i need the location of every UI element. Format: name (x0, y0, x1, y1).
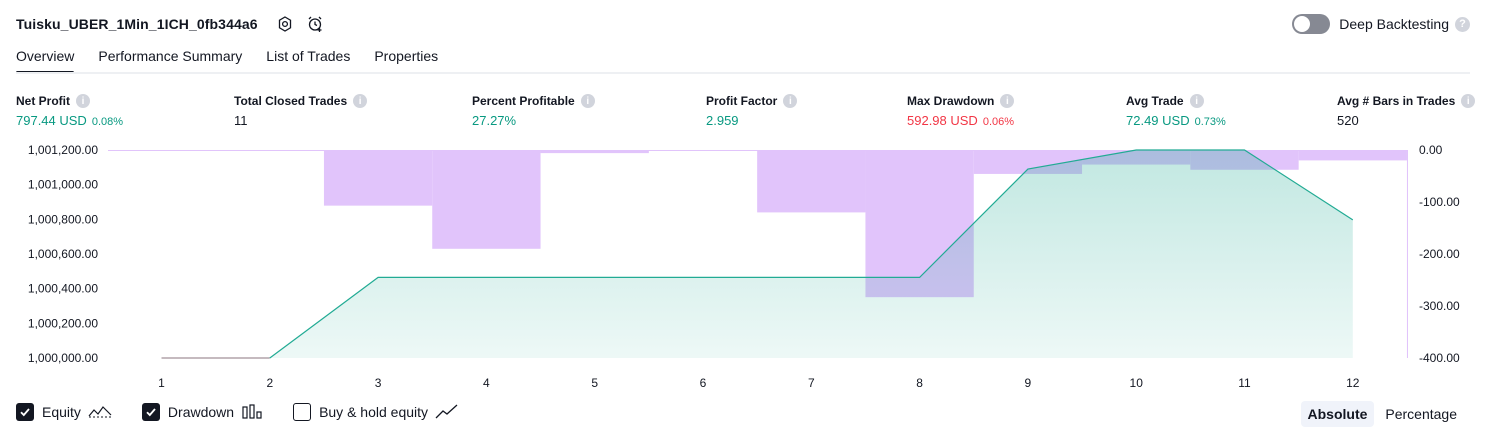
drawdown-bar (323, 150, 433, 206)
deep-backtesting-control: Deep Backtesting ? (1292, 12, 1470, 36)
tab-performance-summary[interactable]: Performance Summary (98, 46, 242, 74)
metric-value: 592.98 USD (907, 113, 978, 128)
metric-value: 72.49 USD (1126, 113, 1190, 128)
help-icon[interactable]: i (1189, 94, 1204, 108)
right-axis-tick-label: 0.00 (1419, 143, 1443, 157)
metric-label: Max Drawdown (907, 94, 995, 108)
metric-avg-bars-in-trades: Avg # Bars in Trades i 520 (1337, 94, 1476, 128)
x-axis-tick-label: 1 (158, 376, 165, 390)
x-axis-tick-label: 2 (266, 376, 273, 390)
tab-overview[interactable]: Overview (16, 46, 75, 74)
help-icon[interactable]: i (580, 94, 595, 108)
right-axis-tick-label: -300.00 (1419, 299, 1460, 313)
right-axis-tick-label: -100.00 (1419, 195, 1460, 209)
legend-equity[interactable]: Equity (16, 403, 112, 421)
left-axis-tick-label: 1,001,000.00 (28, 178, 98, 192)
left-axis-tick-label: 1,000,600.00 (28, 247, 98, 261)
strategy-title: Tuisku_UBER_1Min_1ICH_0fb344a6 (16, 16, 258, 32)
metric-value: 797.44 USD (16, 113, 87, 128)
absolute-button[interactable]: Absolute (1300, 401, 1375, 427)
x-axis: 1 2 3 4 5 6 7 8 9 10 11 12 (158, 376, 1360, 390)
drawdown-bar (757, 150, 866, 213)
legend-label: Equity (42, 404, 81, 420)
left-axis: 1,000,000.00 1,000,200.00 1,000,400.00 1,00… (28, 143, 98, 365)
chart-legend: Equity Drawdown Buy & hold equity (16, 403, 489, 421)
drawdown-bar (1406, 150, 1408, 358)
x-axis-tick-label: 8 (916, 376, 923, 390)
metric-label: Total Closed Trades (234, 94, 348, 108)
metric-value: 11 (234, 113, 248, 128)
drawdown-bar (540, 150, 649, 154)
checkbox-checked-icon[interactable] (16, 403, 34, 421)
x-axis-tick-label: 4 (483, 376, 490, 390)
settings-icon[interactable] (274, 13, 296, 35)
metric-label: Avg # Bars in Trades (1337, 94, 1456, 108)
help-icon[interactable]: i (353, 94, 368, 108)
metric-value: 27.27% (472, 113, 517, 128)
header: Tuisku_UBER_1Min_1ICH_0fb344a6 (16, 12, 326, 36)
metric-avg-trade: Avg Trade i 72.49 USD 0.73% (1126, 94, 1226, 128)
left-axis-tick-label: 1,000,400.00 (28, 282, 98, 296)
metric-percent-profitable: Percent Profitable i 27.27% (472, 94, 595, 128)
tab-properties[interactable]: Properties (374, 46, 438, 74)
metric-percent: 0.06% (982, 116, 1015, 128)
percentage-button[interactable]: Percentage (1378, 401, 1464, 427)
left-axis-tick-label: 1,000,800.00 (28, 212, 98, 226)
tab-divider (16, 72, 1470, 74)
x-axis-tick-label: 6 (700, 376, 707, 390)
metric-profit-factor: Profit Factor i 2.959 (706, 94, 798, 128)
equity-line-icon (88, 403, 112, 421)
checkbox-checked-icon[interactable] (141, 403, 160, 421)
tab-bar: Overview Performance Summary List of Tra… (16, 46, 462, 74)
add-alert-icon[interactable] (304, 13, 326, 35)
help-icon[interactable]: i (1000, 94, 1015, 108)
legend-label: Drawdown (167, 404, 235, 420)
tab-list-of-trades[interactable]: List of Trades (266, 46, 350, 74)
metric-value: 520 (1337, 113, 1359, 128)
x-axis-tick-label: 3 (375, 376, 382, 390)
scale-mode-switch: Absolute Percentage (1297, 401, 1465, 427)
metric-label: Percent Profitable (472, 94, 575, 108)
metric-max-drawdown: Max Drawdown i 592.98 USD 0.06% (907, 94, 1015, 128)
toggle-knob (1294, 16, 1311, 32)
x-axis-tick-label: 9 (1025, 376, 1032, 390)
left-axis-tick-label: 1,000,000.00 (28, 351, 98, 365)
metric-total-closed-trades: Total Closed Trades i 11 (234, 94, 368, 128)
right-axis: 0.00 -100.00 -200.00 -300.00 -400.00 (1419, 143, 1460, 365)
metric-percent: 0.08% (91, 116, 124, 128)
right-axis-tick-label: -200.00 (1419, 247, 1460, 261)
x-axis-tick-label: 11 (1238, 376, 1251, 390)
drawdown-bar (1298, 150, 1407, 161)
x-axis-tick-label: 12 (1346, 376, 1360, 390)
metric-percent: 0.73% (1194, 116, 1226, 128)
metric-value: 2.959 (706, 113, 739, 128)
checkbox-unchecked-icon[interactable] (293, 403, 312, 421)
buy-hold-line-icon (435, 403, 459, 421)
help-icon[interactable]: i (1461, 94, 1476, 108)
help-icon[interactable]: ? (1455, 16, 1470, 32)
legend-label: Buy & hold equity (319, 404, 429, 420)
drawdown-bar (432, 150, 541, 249)
x-axis-tick-label: 5 (591, 376, 598, 390)
x-axis-tick-label: 10 (1130, 376, 1144, 390)
metric-label: Avg Trade (1126, 94, 1184, 108)
left-axis-tick-label: 1,000,200.00 (28, 316, 98, 330)
deep-backtesting-toggle[interactable] (1292, 14, 1331, 34)
equity-drawdown-chart: 1,000,000.00 1,000,200.00 1,000,400.00 1,00… (28, 143, 1460, 390)
legend-buy-hold-equity[interactable]: Buy & hold equity (293, 403, 459, 421)
legend-drawdown[interactable]: Drawdown (141, 403, 263, 421)
right-axis-tick-label: -400.00 (1419, 351, 1460, 365)
drawdown-bars-icon (241, 403, 263, 421)
metric-net-profit: Net Profit i 797.44 USD 0.08% (16, 94, 123, 128)
x-axis-tick-label: 7 (808, 376, 815, 390)
metric-label: Profit Factor (706, 94, 778, 108)
help-icon[interactable]: i (783, 94, 798, 108)
left-axis-tick-label: 1,001,200.00 (28, 143, 98, 157)
help-icon[interactable]: i (76, 94, 90, 108)
deep-backtesting-label: Deep Backtesting (1339, 16, 1449, 32)
metric-label: Net Profit (16, 94, 70, 108)
